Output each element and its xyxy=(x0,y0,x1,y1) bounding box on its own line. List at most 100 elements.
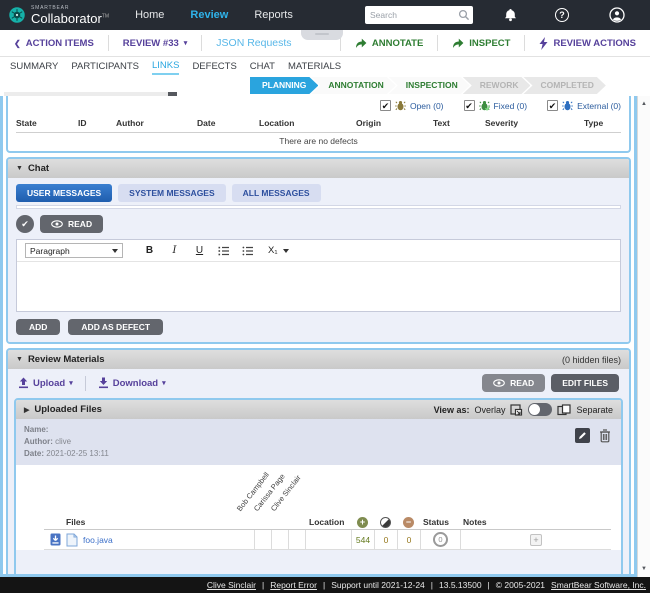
col-origin: Origin xyxy=(356,118,433,128)
file-icon xyxy=(66,533,78,547)
action-items-button[interactable]: ❮ ACTION ITEMS xyxy=(0,38,108,49)
lines-removed-icon: − xyxy=(403,517,414,528)
edit-files-button[interactable]: EDIT FILES xyxy=(551,374,619,392)
footer-user-link[interactable]: Clive Sinclair xyxy=(207,580,256,590)
uploaded-files-header[interactable]: ▶ Uploaded Files View as: Overlay xyxy=(16,400,621,419)
tab-user-messages[interactable]: USER MESSAGES xyxy=(16,184,112,202)
chat-message-list xyxy=(16,205,621,209)
eye-icon xyxy=(493,379,505,387)
help-icon[interactable]: ? xyxy=(554,7,570,23)
download-icon xyxy=(98,377,109,389)
lines-added-icon: + xyxy=(357,517,368,528)
add-as-defect-button[interactable]: ADD AS DEFECT xyxy=(68,319,163,335)
brand-logo[interactable]: SMARTBEAR CollaboratorTM xyxy=(0,6,109,25)
nav-review[interactable]: Review xyxy=(190,9,228,21)
scroll-down-arrow[interactable]: ▼ xyxy=(638,563,650,575)
tab-chat[interactable]: CHAT xyxy=(250,61,275,74)
separate-option-label[interactable]: Separate xyxy=(576,405,613,415)
checkbox-fixed[interactable]: ✔ xyxy=(464,100,475,111)
profile-icon[interactable] xyxy=(609,7,625,23)
materials-read-button[interactable]: READ xyxy=(482,374,545,392)
search-box xyxy=(365,6,473,24)
phase-rework[interactable]: REWORK xyxy=(463,77,531,94)
footer-bar: Clive Sinclair | Report Error | Support … xyxy=(0,577,650,593)
bold-button[interactable]: B xyxy=(137,245,162,256)
add-note-button[interactable]: + xyxy=(530,534,542,546)
filter-open[interactable]: ✔ Open (0) xyxy=(380,100,444,111)
status-badge[interactable]: 0 xyxy=(433,532,448,547)
subscript-dropdown[interactable]: X₁ xyxy=(268,245,289,256)
chat-message-input[interactable] xyxy=(17,262,620,306)
col-location: Location xyxy=(259,118,356,128)
tab-participants[interactable]: PARTICIPANTS xyxy=(71,61,139,74)
chat-title: Chat xyxy=(28,163,49,174)
bullet-list-button[interactable] xyxy=(236,246,260,256)
chat-read-button[interactable]: READ xyxy=(40,215,103,233)
meta-date-value: 2021-02-25 13:11 xyxy=(46,449,109,458)
search-icon[interactable] xyxy=(458,9,470,21)
materials-toolbar: Upload ▾ Download ▾ xyxy=(14,369,623,398)
file-name-link[interactable]: foo.java xyxy=(83,535,113,545)
phase-annotation[interactable]: ANNOTATION xyxy=(311,77,395,94)
trash-icon[interactable] xyxy=(599,429,611,443)
col-author: Author xyxy=(116,118,197,128)
collapse-handle[interactable] xyxy=(301,30,343,40)
download-dropdown[interactable]: Download ▾ xyxy=(98,377,166,389)
divider xyxy=(85,376,86,391)
vertical-scrollbar[interactable]: ▲ ▼ xyxy=(637,96,650,577)
search-input[interactable] xyxy=(370,10,458,20)
review-materials-section: ▼ Review Materials (0 hidden files) Uplo… xyxy=(6,348,631,577)
tab-all-messages[interactable]: ALL MESSAGES xyxy=(232,184,321,202)
meta-author-label: Author: xyxy=(24,437,53,446)
overlay-view-icon[interactable] xyxy=(510,404,523,416)
view-mode-toggle[interactable] xyxy=(528,403,552,416)
view-as-controls: View as: Overlay xyxy=(434,403,613,416)
materials-title: Review Materials xyxy=(28,354,105,365)
phase-inspection[interactable]: INSPECTION xyxy=(389,77,470,94)
phase-planning[interactable]: PLANNING xyxy=(250,77,318,94)
defects-section: ✔ Open (0) ✔ xyxy=(6,96,631,153)
files-table-header: Files Location + − Status Notes xyxy=(44,515,611,530)
footer-copyright: © 2005-2021 xyxy=(496,580,545,590)
chat-section-header[interactable]: ▼ Chat xyxy=(8,159,629,178)
download-file-icon[interactable] xyxy=(50,533,61,546)
tab-links[interactable]: LINKS xyxy=(152,60,179,75)
nav-reports[interactable]: Reports xyxy=(254,9,293,21)
review-actions-button[interactable]: REVIEW ACTIONS xyxy=(525,37,650,50)
filter-external[interactable]: ✔ External (0) xyxy=(547,100,621,111)
tab-materials[interactable]: MATERIALS xyxy=(288,61,341,74)
underline-button[interactable]: U xyxy=(187,245,212,256)
edit-icon[interactable] xyxy=(575,428,590,443)
inspect-button[interactable]: INSPECT xyxy=(438,37,524,49)
toggle-knob xyxy=(529,404,540,415)
review-select-dropdown[interactable]: REVIEW #33 ▾ xyxy=(109,38,201,49)
location-column-header: Location xyxy=(305,515,351,529)
tab-defects[interactable]: DEFECTS xyxy=(192,61,236,74)
italic-button[interactable]: I xyxy=(162,245,187,256)
annotate-button[interactable]: ANNOTATE xyxy=(341,37,437,49)
filter-fixed[interactable]: ✔ Fixed (0) xyxy=(464,100,528,111)
checkbox-open[interactable]: ✔ xyxy=(380,100,391,111)
footer-company-link[interactable]: SmartBear Software, Inc. xyxy=(551,580,646,590)
app-window: SMARTBEAR CollaboratorTM Home Review Rep… xyxy=(0,0,650,593)
separate-view-icon[interactable] xyxy=(557,404,571,416)
add-comment-button[interactable]: ADD xyxy=(16,319,60,335)
numbered-list-button[interactable] xyxy=(212,246,236,256)
upload-dropdown[interactable]: Upload ▾ xyxy=(18,377,73,389)
chevron-down-icon: ▾ xyxy=(69,379,73,387)
scroll-up-arrow[interactable]: ▲ xyxy=(638,98,650,110)
notifications-bell-icon[interactable] xyxy=(502,7,518,23)
checkbox-external[interactable]: ✔ xyxy=(547,100,558,111)
footer-report-error-link[interactable]: Report Error xyxy=(270,580,317,590)
overlay-option-label[interactable]: Overlay xyxy=(474,405,505,415)
tab-system-messages[interactable]: SYSTEM MESSAGES xyxy=(118,184,226,202)
mark-accept-button[interactable]: ✔ xyxy=(16,215,34,233)
paragraph-style-select[interactable]: Paragraph xyxy=(25,243,123,258)
brand-name-text: Collaborator xyxy=(31,11,102,26)
nav-home[interactable]: Home xyxy=(135,9,164,21)
materials-section-header[interactable]: ▼ Review Materials (0 hidden files) xyxy=(8,350,629,369)
bug-fixed-icon xyxy=(479,100,490,111)
expand-triangle-icon: ▶ xyxy=(24,406,29,414)
tab-summary[interactable]: SUMMARY xyxy=(10,61,58,74)
phase-completed[interactable]: COMPLETED xyxy=(523,77,605,94)
